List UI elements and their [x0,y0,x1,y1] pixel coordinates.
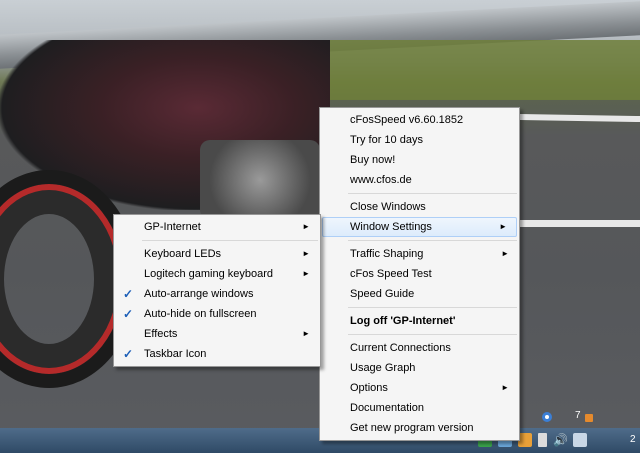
menu-item-label: GP-Internet [144,221,201,233]
submenu-item-keyboard-leds[interactable]: Keyboard LEDs ► [114,244,320,264]
menu-item-current-connections[interactable]: Current Connections [320,338,519,358]
menu-item-label: Log off 'GP-Internet' [350,315,456,327]
menu-item-label: cFosSpeed v6.60.1852 [350,114,464,126]
window-settings-submenu: GP-Internet ► Keyboard LEDs ► Logitech gam… [113,214,321,367]
menu-separator [142,240,318,241]
submenu-item-taskbar-icon[interactable]: ✓ Taskbar Icon [114,344,320,364]
menu-separator [348,307,517,308]
menu-item-version[interactable]: cFosSpeed v6.60.1852 [320,110,519,130]
menu-item-label: Close Windows [350,201,426,213]
menu-item-try[interactable]: Try for 10 days [320,130,519,150]
submenu-arrow-icon: ► [501,383,509,392]
menu-item-buy[interactable]: Buy now! [320,150,519,170]
battery-icon[interactable] [538,433,547,447]
motorcycle-engine [200,140,320,220]
menu-item-get-new-version[interactable]: Get new program version [320,418,519,438]
menu-separator [348,334,517,335]
network-tray-icon[interactable] [540,410,554,424]
submenu-arrow-icon: ► [302,329,310,338]
menu-separator [348,240,517,241]
volume-icon[interactable]: 🔊 [553,433,568,447]
submenu-item-effects[interactable]: Effects ► [114,324,320,344]
menu-item-label: www.cfos.de [350,174,412,186]
menu-item-documentation[interactable]: Documentation [320,398,519,418]
notification-icon[interactable] [585,414,593,422]
menu-item-label: Documentation [350,402,424,414]
menu-item-window-settings[interactable]: Window Settings ► [322,217,517,237]
submenu-item-gp-internet[interactable]: GP-Internet ► [114,217,320,237]
checkmark-icon: ✓ [122,287,134,301]
notification-count: 7 [575,410,581,421]
menu-item-usage-graph[interactable]: Usage Graph [320,358,519,378]
menu-item-label: Try for 10 days [350,134,423,146]
road-marking [520,113,640,123]
menu-item-log-off[interactable]: Log off 'GP-Internet' [320,311,519,331]
submenu-arrow-icon: ► [302,249,310,258]
menu-item-speed-guide[interactable]: Speed Guide [320,284,519,304]
menu-item-label: Keyboard LEDs [144,248,222,260]
menu-item-label: cFos Speed Test [350,268,432,280]
menu-item-label: Speed Guide [350,288,415,300]
menu-item-label: Auto-arrange windows [144,288,254,300]
menu-item-label: Usage Graph [350,362,416,374]
clock[interactable]: 2 [630,434,636,445]
menu-item-label: Buy now! [350,154,396,166]
menu-item-options[interactable]: Options ► [320,378,519,398]
menu-separator [348,193,517,194]
menu-item-label: Effects [144,328,178,340]
cfos-context-menu: cFosSpeed v6.60.1852 Try for 10 days Buy… [319,107,520,441]
submenu-item-auto-hide[interactable]: ✓ Auto-hide on fullscreen [114,304,320,324]
menu-item-traffic-shaping[interactable]: Traffic Shaping ► [320,244,519,264]
menu-item-label: Window Settings [350,221,432,233]
menu-item-label: Taskbar Icon [144,348,207,360]
road-marking [520,220,640,227]
submenu-arrow-icon: ► [302,269,310,278]
menu-item-website[interactable]: www.cfos.de [320,170,519,190]
network-icon[interactable] [573,433,587,447]
menu-item-label: Options [350,382,388,394]
menu-item-label: Current Connections [350,342,451,354]
menu-item-label: Traffic Shaping [350,248,424,260]
menu-item-label: Get new program version [350,422,474,434]
checkmark-icon: ✓ [122,347,134,361]
submenu-item-logitech-keyboard[interactable]: Logitech gaming keyboard ► [114,264,320,284]
menu-item-close-windows[interactable]: Close Windows [320,197,519,217]
grass [300,40,640,100]
menu-item-label: Logitech gaming keyboard [144,268,274,280]
submenu-arrow-icon: ► [501,249,509,258]
submenu-item-auto-arrange[interactable]: ✓ Auto-arrange windows [114,284,320,304]
submenu-arrow-icon: ► [302,222,310,231]
app-tray-icon[interactable] [518,433,532,447]
menu-item-label: Auto-hide on fullscreen [144,308,257,320]
menu-item-speed-test[interactable]: cFos Speed Test [320,264,519,284]
submenu-arrow-icon: ► [499,222,507,231]
checkmark-icon: ✓ [122,307,134,321]
